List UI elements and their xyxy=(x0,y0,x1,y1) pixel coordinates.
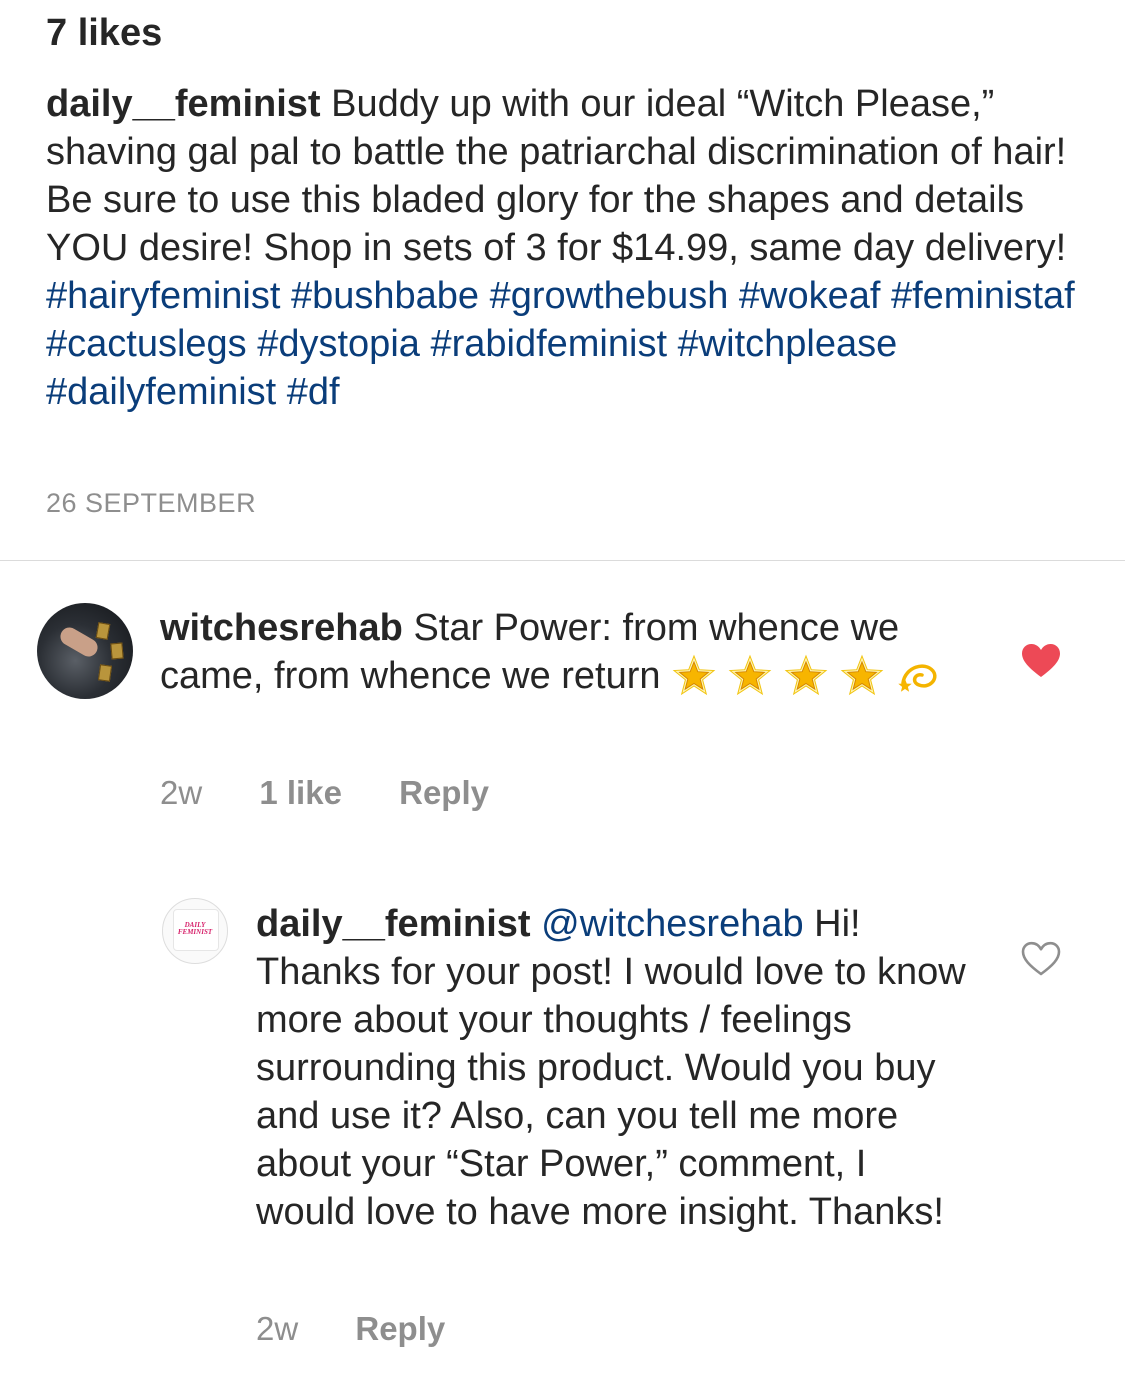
comment-text: Hi! Thanks for your post! I would love t… xyxy=(256,903,966,1233)
comment-likes-link[interactable]: 1 like xyxy=(259,774,342,811)
hand-image xyxy=(57,624,101,660)
mention-link[interactable]: @witchesrehab xyxy=(541,903,803,945)
caption-hashtags[interactable]: #hairyfeminist #bushbabe #growthebush #w… xyxy=(46,275,1075,413)
comment-time: 2w xyxy=(256,1310,299,1347)
reply-comment: daily__feminist @witchesrehab Hi! Thanks… xyxy=(256,900,976,1236)
reply-button[interactable]: Reply xyxy=(355,1310,445,1347)
tarot-card-image xyxy=(110,642,124,660)
comment: witchesrehab Star Power: from whence we … xyxy=(160,604,960,703)
avatar-logo-text: DAILY FEMINIST xyxy=(177,921,213,936)
heart-filled-icon[interactable] xyxy=(1021,643,1061,679)
caption-username[interactable]: daily__feminist xyxy=(46,83,321,125)
tarot-card-image xyxy=(95,622,111,640)
heart-outline-shape xyxy=(1021,941,1061,976)
avatar[interactable]: DAILY FEMINIST xyxy=(162,898,228,964)
comment-time: 2w xyxy=(160,774,203,811)
comment-username[interactable]: daily__feminist xyxy=(256,903,531,945)
dizzy-emoji xyxy=(898,664,937,692)
heart-outline-icon[interactable] xyxy=(1021,941,1061,977)
divider xyxy=(0,560,1125,561)
glowing-star-emoji xyxy=(784,654,828,696)
reply-button[interactable]: Reply xyxy=(399,774,489,811)
tarot-card-image xyxy=(97,664,113,682)
glowing-star-emoji xyxy=(672,654,716,696)
post-caption: daily__feminist Buddy up with our ideal … xyxy=(46,80,1086,416)
post-date: 26 SEPTEMBER xyxy=(46,488,257,518)
glowing-star-emoji xyxy=(728,654,772,696)
avatar[interactable] xyxy=(37,603,133,699)
comment-meta: 2w Reply xyxy=(256,1310,493,1348)
comment-meta: 2w 1 like Reply xyxy=(160,774,537,812)
comment-username[interactable]: witchesrehab xyxy=(160,607,403,649)
heart-filled-shape xyxy=(1022,644,1060,677)
likes-count[interactable]: 7 likes xyxy=(46,12,162,55)
glowing-star-emoji xyxy=(840,654,884,696)
emoji-row xyxy=(671,653,951,703)
